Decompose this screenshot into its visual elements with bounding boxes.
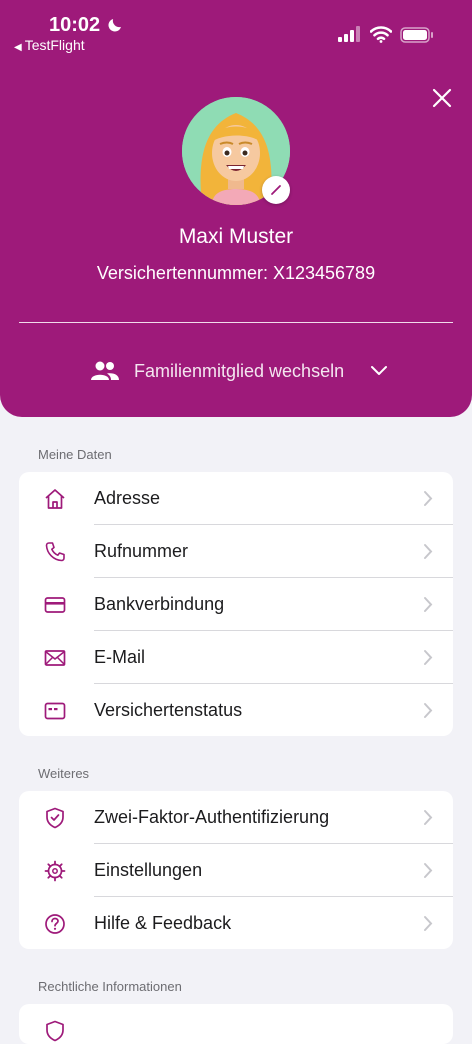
moon-icon [108,19,121,32]
id-card-icon [44,702,66,720]
header-divider [19,322,453,323]
people-icon [91,361,119,380]
section-title-meine-daten: Meine Daten [38,447,112,462]
row-adresse[interactable]: Adresse [19,472,453,525]
row-label: Adresse [94,488,161,508]
family-switch-label: Familienmitglied wechseln [134,360,345,381]
edit-avatar-button[interactable] [262,176,290,204]
back-arrow-icon: ◀ [14,42,22,53]
back-to-app-link[interactable]: ◀ TestFlight [14,37,85,53]
row-zwei-faktor[interactable]: Zwei-Faktor-Authentifizierung [19,791,453,844]
pencil-icon [271,185,281,195]
row-email[interactable]: E-Mail [19,631,453,684]
row-versichertenstatus[interactable]: Versichertenstatus [19,684,453,736]
chevron-right-icon [424,703,433,718]
back-app-label: TestFlight [24,37,85,53]
row-label: Versichertenstatus [94,700,243,720]
chevron-right-icon [424,597,433,612]
row-rufnummer[interactable]: Rufnummer [19,525,453,578]
status-time: 10:02 [49,14,101,36]
profile-name: Maxi Muster [178,225,294,248]
shield-check-icon [46,807,64,829]
gear-icon [44,860,66,882]
row-label: Einstellungen [94,860,203,880]
chevron-down-icon [371,366,388,375]
cellular-signal-icon [338,26,360,42]
card-rechtliche-informationen [19,1004,453,1044]
wifi-icon [370,26,392,43]
chevron-right-icon [424,863,433,878]
card-meine-daten: Adresse Rufnummer Bankverbindung E-Mail [19,472,453,736]
family-member-switch[interactable]: Familienmitglied wechseln [90,355,410,387]
row-hilfe-feedback[interactable]: Hilfe & Feedback [19,897,453,949]
credit-card-icon [44,597,66,613]
envelope-icon [44,650,66,666]
row-label: Zwei-Faktor-Authentifizierung [94,807,330,827]
row-label: Rufnummer [94,541,189,561]
phone-icon [45,542,65,562]
chevron-right-icon [424,810,433,825]
row-label: E-Mail [94,647,146,667]
chevron-right-icon [424,916,433,931]
section-title-weiteres: Weiteres [38,766,90,781]
house-icon [45,489,65,509]
row-label: Hilfe & Feedback [94,913,232,933]
shield-icon [46,1020,64,1042]
section-title-rechtliche-informationen: Rechtliche Informationen [38,979,182,994]
row-partial[interactable] [19,1004,453,1044]
row-einstellungen[interactable]: Einstellungen [19,844,453,897]
close-icon[interactable] [430,86,454,110]
row-bankverbindung[interactable]: Bankverbindung [19,578,453,631]
row-label: Bankverbindung [94,594,225,614]
chevron-right-icon [424,544,433,559]
insurance-number: Versichertennummer: X123456789 [96,263,376,283]
question-circle-icon [45,914,65,934]
card-weiteres: Zwei-Faktor-Authentifizierung Einstellun… [19,791,453,949]
profile-header: 10:02 ◀ TestFlight Maxi Muster Versicher… [0,0,472,417]
battery-icon [400,27,433,43]
chevron-right-icon [424,650,433,665]
chevron-right-icon [424,491,433,506]
